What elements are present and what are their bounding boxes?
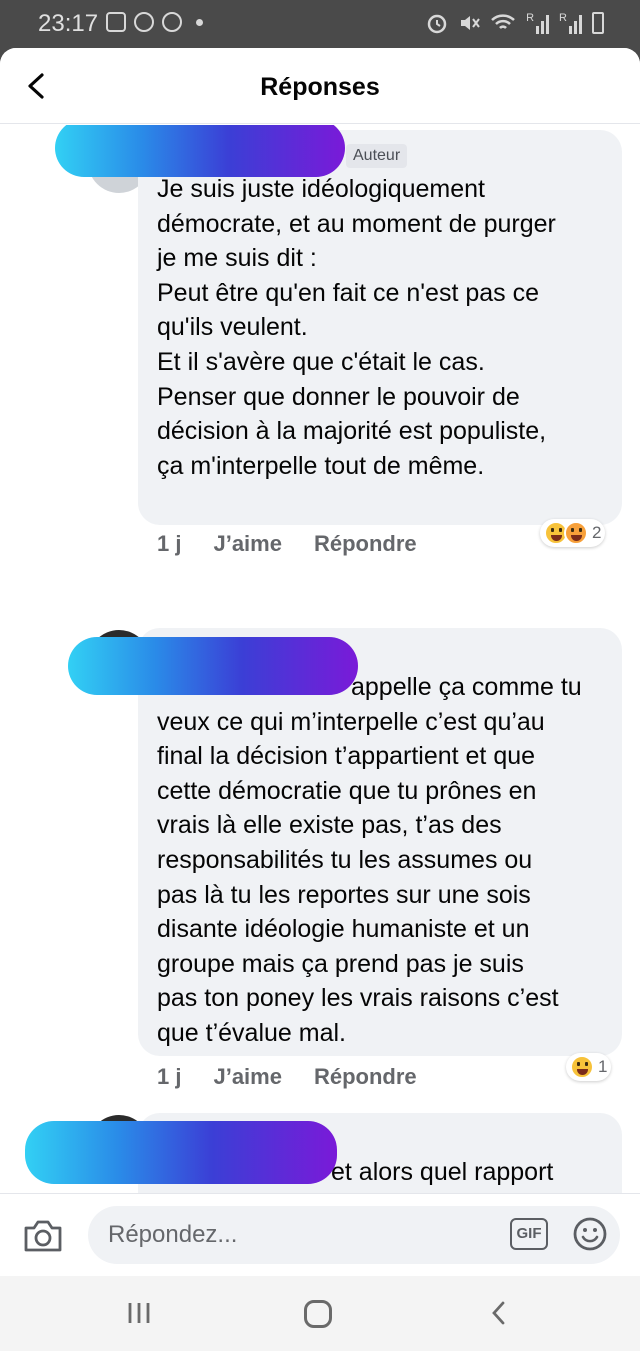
redacted-name: [68, 637, 358, 695]
recents-icon[interactable]: [124, 1298, 154, 1328]
like-button[interactable]: J’aime: [213, 1064, 282, 1090]
signal-label: R: [559, 12, 567, 24]
reply-input[interactable]: Répondez... GIF: [88, 1206, 620, 1264]
system-icons: R R: [426, 12, 604, 34]
comment-actions: 1 j J’aime Répondre: [157, 531, 417, 557]
status-time: 23:17: [38, 10, 99, 37]
comment-time: 1 j: [157, 531, 182, 556]
reactions[interactable]: 1: [566, 1053, 612, 1081]
wow-emoji-icon: [564, 521, 588, 545]
header: Réponses: [0, 48, 640, 124]
alarm-icon: [427, 14, 447, 34]
comment-bubble: Auteur Je suis juste idéologiquement dém…: [138, 130, 622, 525]
status-bar: 23:17 R R: [0, 0, 640, 48]
messenger-icon: [134, 12, 154, 32]
page-title: Réponses: [260, 73, 380, 101]
comment-actions: 1 j J’aime Répondre: [157, 1064, 417, 1090]
home-icon[interactable]: [304, 1300, 332, 1328]
camera-icon[interactable]: [22, 1218, 64, 1254]
battery-icon: [592, 12, 604, 34]
comment-feed[interactable]: Auteur Je suis juste idéologiquement dém…: [0, 125, 640, 1193]
notification-icons: [106, 12, 203, 32]
comment-time: 1 j: [157, 1064, 182, 1089]
dot-icon: [196, 18, 203, 26]
signal-label: R: [526, 12, 535, 24]
reply-button[interactable]: Répondre: [314, 1064, 417, 1090]
gallery-icon: [106, 12, 126, 32]
wifi-icon: [491, 14, 515, 29]
comment-text: Je suis juste idéologiquement démocrate,…: [157, 175, 556, 480]
whatsapp-icon: [162, 12, 182, 32]
signal-icon: R: [526, 12, 550, 34]
mute-icon: [461, 16, 480, 30]
author-badge: Auteur: [346, 144, 408, 168]
reply-placeholder: Répondez...: [108, 1221, 238, 1248]
reaction-count: 2: [592, 523, 602, 542]
system-nav-bar: [0, 1276, 640, 1351]
reactions[interactable]: 2: [540, 519, 606, 547]
comment-text: appelle ça comme tu veux ce qui m’interp…: [157, 673, 582, 1047]
reaction-count: 1: [598, 1057, 608, 1076]
laugh-emoji-icon: [570, 1055, 594, 1079]
redacted-name: [25, 1121, 337, 1184]
signal-icon: R: [559, 12, 582, 34]
gif-button[interactable]: GIF: [510, 1218, 548, 1250]
replies-sheet: Réponses Auteur Je suis juste idéologiqu…: [0, 48, 640, 1276]
reply-button[interactable]: Répondre: [314, 531, 417, 557]
reply-composer: Répondez... GIF: [0, 1193, 640, 1276]
smiley-icon[interactable]: [572, 1216, 608, 1252]
like-button[interactable]: J’aime: [213, 531, 282, 557]
back-icon[interactable]: [484, 1298, 514, 1328]
redacted-name: [55, 125, 345, 177]
